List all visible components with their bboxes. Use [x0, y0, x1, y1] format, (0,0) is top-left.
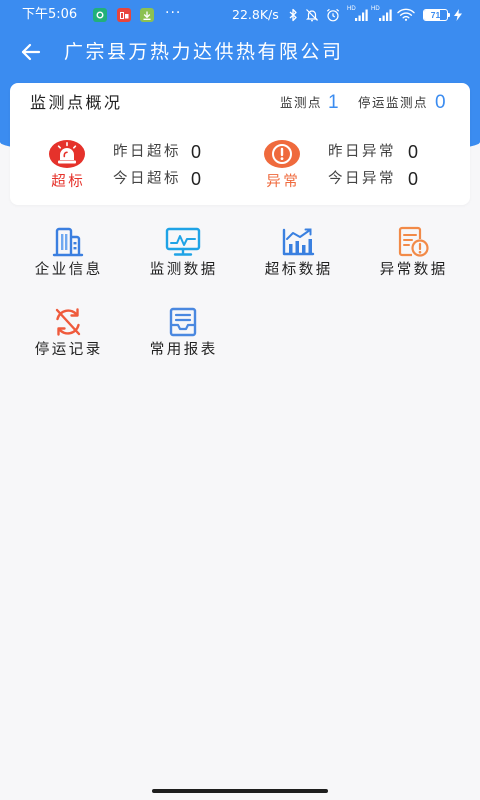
menu-item-label: 停运记录 [34, 342, 103, 358]
warning-document-icon [394, 226, 432, 258]
charging-icon [454, 9, 462, 21]
battery-level: 71 [430, 10, 441, 20]
monitor-points-count[interactable]: 1 [328, 91, 339, 115]
cellular-signal-icon: HD [347, 6, 368, 22]
menu-item-stop-records[interactable]: 停运记录 [10, 295, 125, 375]
status-time: 下午5:06 [22, 7, 78, 22]
monitor-points-label: 监测点 [280, 95, 323, 110]
menu-item-common-reports[interactable]: 常用报表 [125, 295, 240, 375]
report-tray-icon [164, 306, 202, 338]
stop-cycle-icon [49, 306, 87, 338]
app-notification-icon [93, 8, 107, 22]
building-icon [49, 226, 87, 258]
yesterday-exceed-label: 昨日超标 [113, 144, 181, 160]
battery-icon: 71 [423, 9, 448, 21]
home-gesture-bar[interactable] [152, 789, 328, 793]
alarm-clock-icon [326, 8, 340, 22]
menu-item-label: 企业信息 [34, 262, 103, 278]
stopped-points-count[interactable]: 0 [435, 91, 446, 115]
cellular-signal-icon: HD [371, 6, 392, 22]
stopped-points-label: 停运监测点 [358, 95, 429, 110]
overview-card: 监测点概况 监测点 1 停运监测点 0 超标 昨日超标 0 今日超标 0 异常 … [10, 83, 470, 205]
exclamation-circle-icon [264, 140, 300, 168]
menu-item-label: 监测数据 [149, 262, 218, 278]
today-exceed-label: 今日超标 [113, 171, 181, 187]
menu-item-abnormal-data[interactable]: 异常数据 [355, 215, 470, 295]
abnormal-label: 异常 [266, 174, 301, 190]
function-menu-grid: 企业信息 监测数据 超标数据 异常数据 停运记录 常用报表 [10, 215, 470, 375]
menu-item-label: 异常数据 [379, 262, 448, 278]
yesterday-abnormal-label: 昨日异常 [328, 144, 396, 160]
back-button[interactable] [18, 40, 44, 64]
menu-item-label: 常用报表 [149, 342, 218, 358]
menu-item-company-info[interactable]: 企业信息 [10, 215, 125, 295]
monitor-icon [164, 226, 202, 258]
today-abnormal-label: 今日异常 [328, 171, 396, 187]
status-bar: 下午5:06 ··· 22.8K/s HD HD 71 [0, 0, 480, 30]
yesterday-abnormal-count: 0 [408, 142, 419, 162]
today-exceed-count: 0 [191, 169, 202, 189]
more-notifications-icon: ··· [165, 5, 182, 21]
app-header: 广宗县万热力达供热有限公司 [0, 30, 480, 74]
wifi-icon [397, 8, 415, 21]
page-title: 广宗县万热力达供热有限公司 [64, 41, 344, 63]
mute-icon [306, 9, 318, 22]
menu-item-monitoring-data[interactable]: 监测数据 [125, 215, 240, 295]
download-notification-icon [140, 8, 154, 22]
alarm-siren-icon [49, 140, 85, 168]
menu-item-label: 超标数据 [264, 262, 333, 278]
yesterday-exceed-count: 0 [191, 142, 202, 162]
battery-cap [448, 13, 450, 17]
exceed-label: 超标 [51, 174, 86, 190]
bar-chart-icon [279, 226, 317, 258]
network-speed: 22.8K/s [232, 7, 279, 22]
menu-item-exceed-data[interactable]: 超标数据 [240, 215, 355, 295]
app-notification-icon [117, 8, 131, 22]
arrow-left-icon [21, 43, 41, 61]
today-abnormal-count: 0 [408, 169, 419, 189]
overview-title: 监测点概况 [30, 93, 123, 112]
bluetooth-icon [289, 8, 297, 22]
